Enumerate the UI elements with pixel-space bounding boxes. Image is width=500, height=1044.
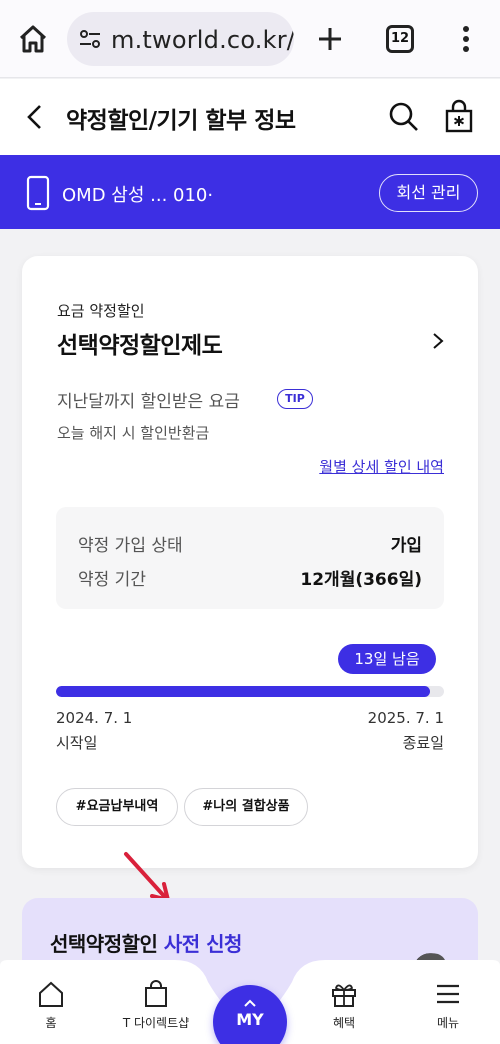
contract-info-box: 약정 가입 상태 가입 약정 기간 12개월(366일) bbox=[56, 507, 444, 609]
nav-benefits[interactable]: 혜택 bbox=[299, 980, 389, 1036]
line-selector-bar: OMD 삼성 ... 010· 회선 관리 bbox=[0, 155, 500, 229]
contract-card: 요금 약정할인 선택약정할인제도 지난달까지 할인받은 요금 TIP 오늘 해지… bbox=[22, 256, 478, 868]
period-value: 12개월(366일) bbox=[300, 570, 422, 590]
manage-line-button[interactable]: 회선 관리 bbox=[379, 174, 478, 212]
line-info-text[interactable]: OMD 삼성 ... 010· bbox=[62, 181, 213, 207]
nav-home-label: 홈 bbox=[45, 1016, 57, 1030]
end-date: 2025. 7. 1 bbox=[367, 709, 444, 727]
start-date: 2024. 7. 1 bbox=[56, 709, 133, 727]
browser-toolbar: m.tworld.co.kr/i 12 bbox=[0, 0, 500, 78]
nav-benefits-label: 혜택 bbox=[332, 1016, 356, 1030]
nav-home[interactable]: 홈 bbox=[6, 980, 96, 1036]
promo-title: 선택약정할인 사전 신청 bbox=[50, 928, 242, 957]
my-button-label: MY bbox=[236, 1010, 264, 1029]
payment-history-chip[interactable]: #요금납부내역 bbox=[56, 788, 178, 826]
period-key: 약정 기간 bbox=[78, 570, 146, 590]
address-bar[interactable]: m.tworld.co.kr/i bbox=[67, 12, 294, 66]
contract-progress-fill bbox=[56, 686, 431, 697]
contract-title[interactable]: 선택약정할인제도 bbox=[57, 326, 223, 360]
shopping-bag-lock-icon[interactable] bbox=[444, 99, 474, 133]
nav-shop-label: T 다이렉트샵 bbox=[122, 1016, 190, 1030]
promo-title-highlight: 사전 신청 bbox=[163, 932, 243, 956]
contract-subtitle: 요금 약정할인 bbox=[57, 302, 145, 320]
page-title: 약정할인/기기 할부 정보 bbox=[66, 108, 296, 134]
nav-menu[interactable]: 메뉴 bbox=[403, 980, 493, 1036]
search-icon[interactable] bbox=[388, 101, 420, 133]
shopping-bag-icon bbox=[145, 980, 167, 1007]
home-icon bbox=[39, 981, 63, 1007]
new-tab-icon[interactable] bbox=[315, 24, 345, 54]
tip-badge[interactable]: TIP bbox=[277, 389, 313, 409]
gift-icon bbox=[332, 984, 356, 1007]
nav-menu-label: 메뉴 bbox=[436, 1016, 460, 1030]
chevron-right-icon[interactable] bbox=[432, 332, 444, 350]
start-label: 시작일 bbox=[56, 734, 98, 752]
monthly-detail-link[interactable]: 월별 상세 할인 내역 bbox=[319, 456, 444, 477]
nav-direct-shop[interactable]: T 다이렉트샵 bbox=[111, 980, 201, 1036]
app-header: 약정할인/기기 할부 정보 bbox=[0, 79, 500, 155]
status-row: 약정 가입 상태 가입 bbox=[78, 531, 422, 557]
hamburger-menu-icon bbox=[437, 984, 459, 1004]
more-menu-icon[interactable] bbox=[458, 24, 474, 54]
back-arrow-icon[interactable] bbox=[22, 103, 48, 131]
discount-received-label: 지난달까지 할인받은 요금 bbox=[57, 392, 240, 412]
status-value: 가입 bbox=[390, 536, 422, 556]
end-label: 종료일 bbox=[402, 734, 444, 752]
chevron-up-icon bbox=[244, 999, 256, 1007]
contract-progress-bar bbox=[56, 686, 444, 697]
status-key: 약정 가입 상태 bbox=[78, 536, 183, 556]
home-icon[interactable] bbox=[18, 24, 48, 54]
url-text: m.tworld.co.kr/i bbox=[111, 26, 294, 54]
bundle-products-chip[interactable]: #나의 결합상품 bbox=[184, 788, 308, 826]
phone-icon bbox=[26, 175, 50, 211]
promo-title-main: 선택약정할인 bbox=[50, 932, 164, 956]
site-settings-icon[interactable] bbox=[79, 28, 101, 50]
tab-count-button[interactable]: 12 bbox=[386, 25, 414, 53]
period-row: 약정 기간 12개월(366일) bbox=[78, 565, 422, 591]
remaining-days-badge: 13일 남음 bbox=[338, 644, 436, 674]
refund-label: 오늘 해지 시 할인반환금 bbox=[57, 424, 210, 442]
